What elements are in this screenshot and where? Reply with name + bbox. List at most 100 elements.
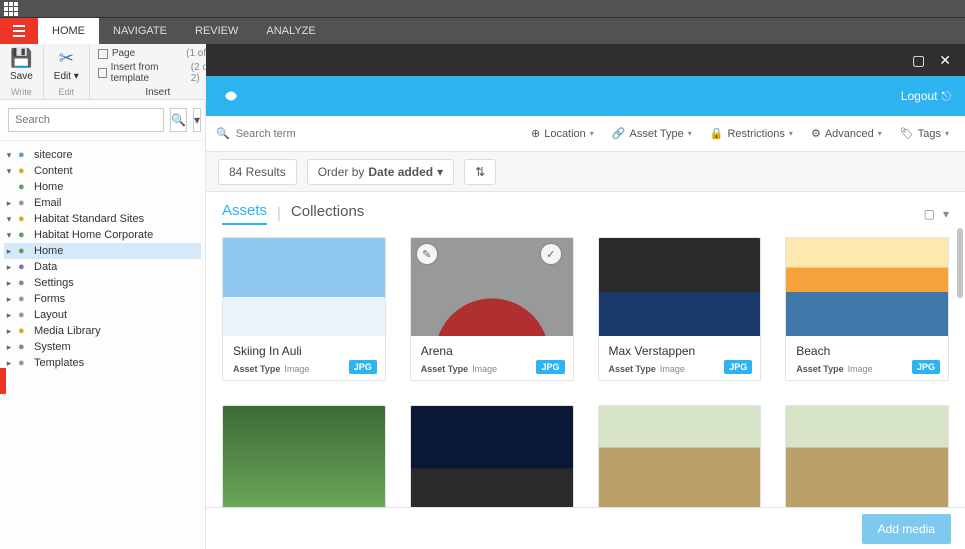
asset-grid: Skiing In AuliAsset TypeImageJPG✎✓ArenaA… xyxy=(222,237,949,381)
filter-location[interactable]: ⊕Location▾ xyxy=(525,123,600,144)
edit-icon[interactable]: ✂ xyxy=(59,48,74,69)
filter-advanced[interactable]: ⚙Advanced▾ xyxy=(805,123,888,144)
search-icon: 🔍 xyxy=(216,127,230,140)
sort-direction-button[interactable]: ⇅ xyxy=(464,159,496,185)
close-icon[interactable]: ✕ xyxy=(939,52,951,69)
edit-icon[interactable]: ✎ xyxy=(417,244,437,264)
chevron-down-icon: ▾ xyxy=(945,129,949,138)
edit-label[interactable]: Edit ▾ xyxy=(54,71,79,82)
tree-node-home[interactable]: ●Home xyxy=(4,179,201,195)
gear-icon: ● xyxy=(18,277,30,289)
doc-icon: ● xyxy=(18,309,30,321)
filter-label: Location xyxy=(544,128,586,140)
asset-card[interactable]: BeachAsset TypeImageJPG xyxy=(785,237,949,381)
tree-node-system[interactable]: ▸●System xyxy=(4,339,201,355)
order-by-button[interactable]: Order by Date added ▾ xyxy=(307,159,454,185)
save-label[interactable]: Save xyxy=(10,71,33,82)
tree-node-label: Data xyxy=(34,261,57,273)
tree-node-sitecore[interactable]: ▾●sitecore xyxy=(4,147,201,163)
tree-node-settings[interactable]: ▸●Settings xyxy=(4,275,201,291)
caret-icon: ▾ xyxy=(4,214,14,225)
doc-icon: ● xyxy=(18,197,30,209)
filter-asset-type[interactable]: 🔗Asset Type▾ xyxy=(606,123,698,144)
asset-search-input[interactable] xyxy=(236,128,336,140)
caret-icon: ▸ xyxy=(4,358,14,369)
doc-icon: ● xyxy=(18,293,30,305)
asset-card[interactable]: Skiing In AuliAsset TypeImageJPG xyxy=(222,237,386,381)
tab-assets[interactable]: Assets xyxy=(222,202,267,225)
format-badge: JPG xyxy=(349,360,377,374)
caret-icon: ▸ xyxy=(4,326,14,337)
hamburger-button[interactable] xyxy=(0,18,38,44)
orderby-value: Date added xyxy=(368,165,433,179)
orderby-pre: Order by xyxy=(318,165,365,179)
folder-icon: ● xyxy=(18,213,30,225)
ribbon-page-row[interactable]: Page(1 of 2) xyxy=(98,48,218,59)
format-badge: JPG xyxy=(912,360,940,374)
content-tree-panel: 🔍 ▾ ▾ ● sitecore ▾●Content●Home▸●Email ▾●Hab… xyxy=(0,100,206,549)
caret-icon: ▸ xyxy=(4,246,14,257)
gear-icon: ● xyxy=(18,341,30,353)
filter-tags[interactable]: 🏷Tags▾ xyxy=(894,123,955,144)
tab-home[interactable]: HOME xyxy=(38,18,99,44)
media-modal: ▢ ✕ Logout ⎋ 🔍 ⊕Location▾ 🔗Asset Type▾ 🔒Re… xyxy=(206,44,965,549)
tree-node-layout[interactable]: ▸●Layout xyxy=(4,307,201,323)
tree-node-media-library[interactable]: ▸●Media Library xyxy=(4,323,201,339)
results-count[interactable]: 84 Results xyxy=(218,159,297,185)
logout-link[interactable]: Logout ⎋ xyxy=(901,89,951,104)
logout-icon: ⎋ xyxy=(942,89,952,104)
insert-group-label: Insert xyxy=(98,87,218,98)
tab-collections[interactable]: Collections xyxy=(291,203,364,224)
asset-title: Skiing In Auli xyxy=(233,344,375,358)
tree-node-forms[interactable]: ▸●Forms xyxy=(4,291,201,307)
app-grid-icon[interactable] xyxy=(4,2,18,16)
chevron-down-icon[interactable]: ▾ xyxy=(943,207,949,221)
ribbon-insert-row[interactable]: Insert from template(2 of 2) xyxy=(98,62,218,84)
search-button[interactable]: 🔍 xyxy=(170,108,187,132)
tab-review[interactable]: REVIEW xyxy=(181,18,252,44)
view-grid-icon[interactable]: ▢ xyxy=(924,207,935,221)
tab-navigate[interactable]: NAVIGATE xyxy=(99,18,181,44)
scrollbar-thumb[interactable] xyxy=(957,228,963,298)
filter-label: Tags xyxy=(918,128,941,140)
tree-node-habitat-standard-sites[interactable]: ▾●Habitat Standard Sites xyxy=(4,211,201,227)
assets-content: Assets | Collections ▢▾ Skiing In AuliAs… xyxy=(206,192,965,549)
asset-thumbnail xyxy=(223,238,385,336)
filter-label: Restrictions xyxy=(727,128,784,140)
asset-card[interactable]: ✎✓ArenaAsset TypeImageJPG xyxy=(410,237,574,381)
asset-thumbnail xyxy=(411,406,573,510)
db-icon: ● xyxy=(18,261,30,273)
filter-bar: 🔍 ⊕Location▾🔗Asset Type▾🔒Restrictions▾⚙A… xyxy=(206,116,965,152)
tree-node-home[interactable]: ▸●Home xyxy=(4,243,201,259)
modal-header: Logout ⎋ xyxy=(206,76,965,116)
asset-card[interactable]: Max VerstappenAsset TypeImageJPG xyxy=(598,237,762,381)
caret-icon: ▸ xyxy=(4,310,14,321)
doc-icon: ● xyxy=(18,357,30,369)
tree-search-input[interactable] xyxy=(8,108,164,132)
folder-icon: ● xyxy=(18,325,30,337)
tree-node-email[interactable]: ▸●Email xyxy=(4,195,201,211)
content-tree: ▾ ● sitecore ▾●Content●Home▸●Email ▾●Habitat… xyxy=(0,141,205,377)
cube-icon: ● xyxy=(18,149,30,161)
asset-thumbnail xyxy=(599,238,761,336)
ribbon-save-group: 💾 Save Write xyxy=(0,44,44,99)
tree-node-label: sitecore xyxy=(34,149,73,161)
asset-thumbnail: ✎✓ xyxy=(411,238,573,336)
filter-icon: 🔒 xyxy=(710,127,724,140)
maximize-icon[interactable]: ▢ xyxy=(912,52,925,69)
tree-node-data[interactable]: ▸●Data xyxy=(4,259,201,275)
search-options-button[interactable]: ▾ xyxy=(193,108,201,132)
tree-node-templates[interactable]: ▸●Templates xyxy=(4,355,201,371)
save-icon[interactable]: 💾 xyxy=(10,48,32,69)
ribbon-edit-group: ✂ Edit ▾ Edit xyxy=(44,44,90,99)
filter-restrictions[interactable]: 🔒Restrictions▾ xyxy=(704,123,799,144)
add-media-button[interactable]: Add media xyxy=(862,514,951,544)
tab-analyze[interactable]: ANALYZE xyxy=(252,18,329,44)
check-icon[interactable]: ✓ xyxy=(541,244,561,264)
chevron-down-icon: ▾ xyxy=(688,129,692,138)
tree-node-habitat-home-corporate[interactable]: ▾●Habitat Home Corporate xyxy=(4,227,201,243)
tree-node-content[interactable]: ▾●Content xyxy=(4,163,201,179)
filter-label: Advanced xyxy=(825,128,874,140)
result-bar: 84 Results Order by Date added ▾ ⇅ xyxy=(206,152,965,192)
asset-thumbnail xyxy=(599,406,761,510)
